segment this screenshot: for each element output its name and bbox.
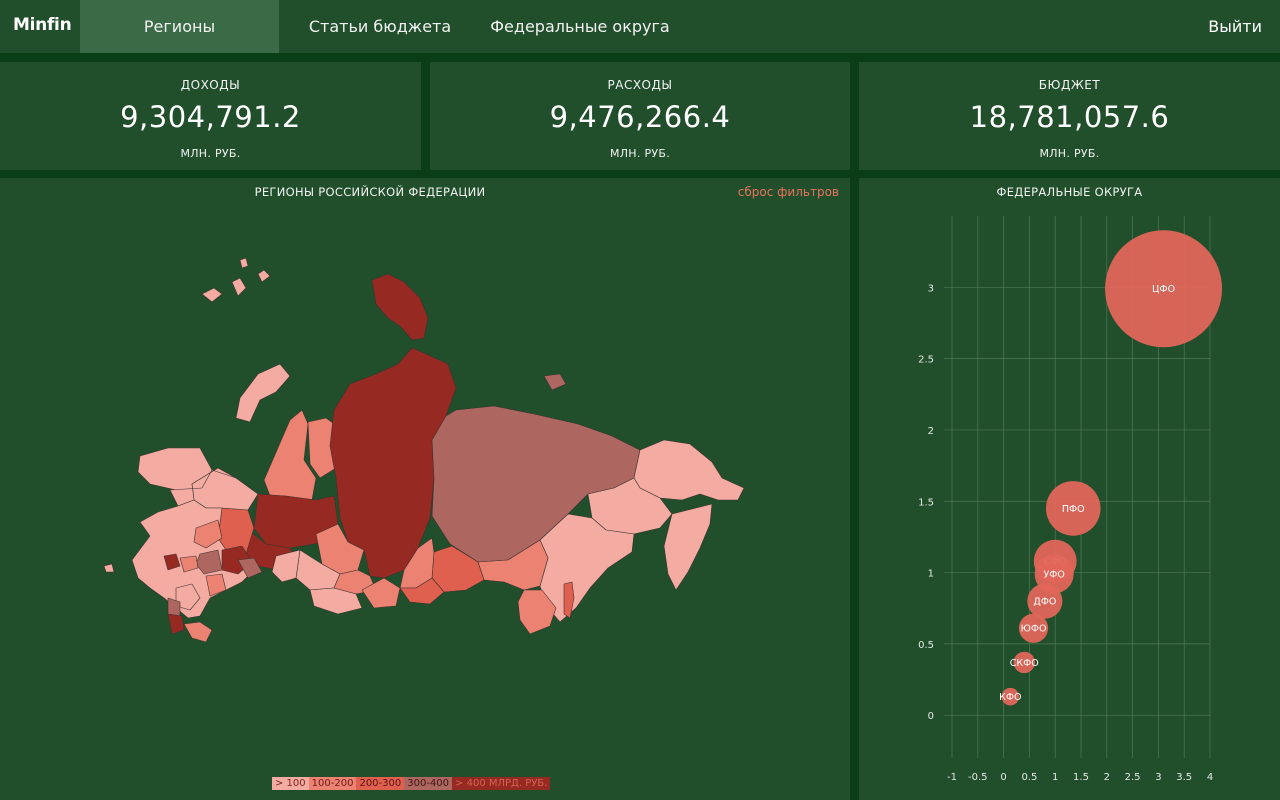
map-region-sakhalin[interactable]	[563, 581, 575, 619]
tab-federal-districts[interactable]: Федеральные округа	[480, 0, 680, 53]
x-tick-label: 2.5	[1125, 772, 1141, 783]
x-tick-label: -1	[947, 772, 957, 783]
x-tick-label: 3.5	[1176, 772, 1192, 783]
map-region-krasnodar[interactable]	[167, 613, 185, 635]
bubble-label: УФО	[1043, 570, 1064, 581]
x-tick-label: 1.5	[1073, 772, 1089, 783]
bubble-label: ДФО	[1033, 597, 1056, 608]
x-tick-label: 0	[1000, 772, 1006, 783]
brand-logo[interactable]: Minfin	[13, 15, 72, 35]
income-unit: МЛН. РУБ.	[180, 147, 241, 160]
legend-item-300-400[interactable]: 300-400	[404, 777, 453, 790]
legend-item-gt400[interactable]: > 400 МЛРД. РУБ.	[452, 777, 551, 790]
map-region-franz-josef[interactable]	[201, 257, 271, 303]
expenses-unit: МЛН. РУБ.	[609, 147, 671, 160]
y-tick-label: 0	[928, 711, 934, 722]
budget-label: БЮДЖЕТ	[1038, 78, 1101, 92]
map-region-kaliningrad[interactable]	[103, 563, 115, 573]
map-region-novaya-zemlya[interactable]	[371, 273, 429, 341]
top-navbar: Minfin Регионы Статьи бюджета Федеральны…	[0, 0, 1280, 53]
y-tick-label: 2	[928, 426, 934, 437]
russia-map	[103, 257, 745, 643]
legend-item-100-200[interactable]: 100-200	[308, 777, 357, 790]
bubble-label: ЮФО	[1021, 624, 1047, 635]
bubble-label: ЦФО	[1152, 284, 1175, 295]
map-region-kamchatka[interactable]	[663, 503, 713, 591]
expenses-card: РАСХОДЫ 9,476,266.4 МЛН. РУБ.	[430, 62, 850, 170]
income-value: 9,304,791.2	[120, 100, 301, 134]
income-label: ДОХОДЫ	[180, 78, 241, 92]
budget-card: БЮДЖЕТ 18,781,057.6 МЛН. РУБ.	[859, 62, 1280, 170]
bubble-label: КФО	[999, 692, 1021, 703]
x-tick-label: 0.5	[1021, 772, 1037, 783]
x-tick-label: 3	[1155, 772, 1161, 783]
x-tick-label: 4	[1207, 772, 1213, 783]
map-legend: > 100 100-200 200-300 300-400 > 400 МЛРД…	[272, 777, 551, 790]
map-region-nsi[interactable]	[543, 373, 567, 391]
federal-districts-panel: ФЕДЕРАЛЬНЫЕ ОКРУГА -1 -0.5 0 0.5 1 1.5 2 2.5 3 3.…	[859, 178, 1280, 800]
tab-budget-items[interactable]: Статьи бюджета	[300, 0, 460, 53]
y-tick-label: 1.5	[918, 497, 934, 508]
x-tick-label: 1	[1052, 772, 1058, 783]
y-tick-label: 3	[928, 283, 934, 294]
y-tick-label: 0.5	[918, 640, 934, 651]
legend-item-lt100[interactable]: > 100	[272, 777, 309, 790]
y-tick-label: 2.5	[918, 355, 934, 366]
x-tick-label: -0.5	[968, 772, 988, 783]
x-tick-label: 2	[1104, 772, 1110, 783]
map-region-chukotka[interactable]	[633, 439, 745, 501]
bubble-chart: -1 -0.5 0 0.5 1 1.5 2 2.5 3 3.5 4 0 0.5 1 1.5 2 2.5 3 ЦФО П…	[918, 216, 1223, 783]
income-card: ДОХОДЫ 9,304,791.2 МЛН. РУБ.	[0, 62, 421, 170]
expenses-label: РАСХОДЫ	[607, 78, 673, 92]
map-region-murmansk[interactable]	[235, 363, 291, 423]
tab-regions[interactable]: Регионы	[80, 0, 279, 53]
budget-unit: МЛН. РУБ.	[1039, 147, 1100, 160]
y-tick-label: 1	[928, 569, 934, 580]
logout-link[interactable]: Выйти	[1208, 0, 1262, 53]
expenses-value: 9,476,266.4	[549, 100, 731, 134]
regions-map-panel: РЕГИОНЫ РОССИЙСКОЙ ФЕДЕРАЦИИ сброс фильт…	[0, 178, 850, 800]
map-region-caucasus[interactable]	[183, 621, 213, 643]
legend-item-200-300[interactable]: 200-300	[356, 777, 405, 790]
bubble-label: ПФО	[1062, 504, 1085, 515]
bubble-label: СКФО	[1010, 658, 1039, 669]
budget-value: 18,781,057.6	[969, 100, 1170, 134]
